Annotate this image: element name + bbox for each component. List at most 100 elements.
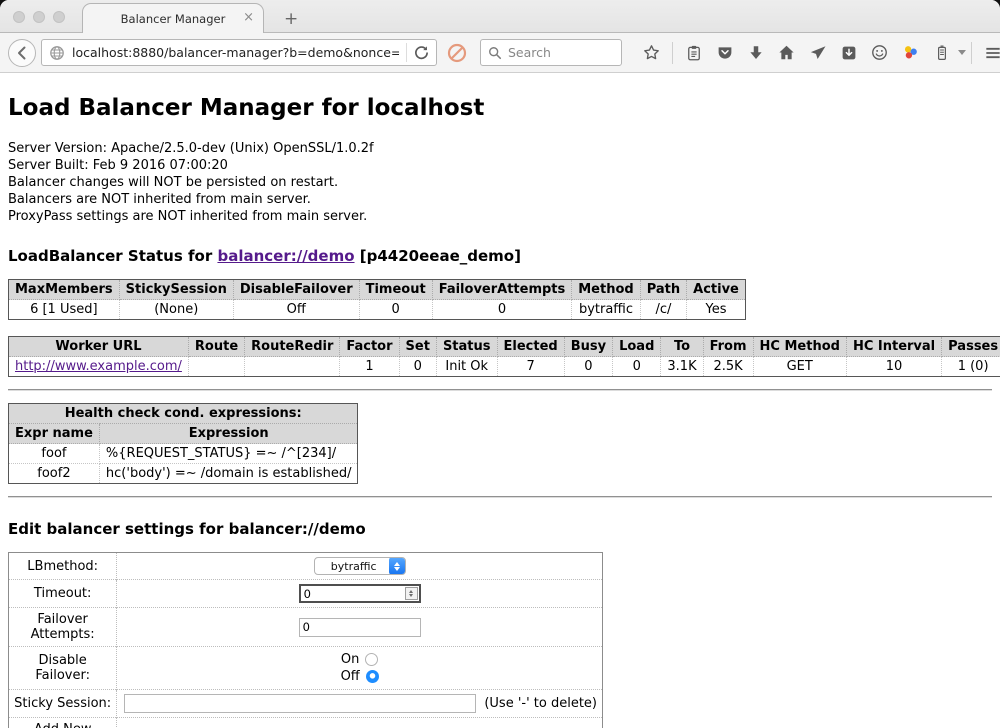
health-check-table: Health check cond. expressions: Expr nam…	[8, 403, 358, 484]
save-page-icon[interactable]	[839, 43, 859, 63]
cell-expression: hc('body') =~ /domain is established/	[99, 464, 358, 484]
tab-title: Balancer Manager	[121, 12, 226, 26]
lbmethod-selected-value: bytraffic	[315, 560, 389, 573]
health-table-title: Health check cond. expressions:	[9, 404, 358, 424]
column-header: Active	[687, 280, 746, 300]
url-bar[interactable]: localhost:8880/balancer-manager?b=demo&n…	[41, 39, 437, 66]
column-header: Worker URL	[9, 337, 189, 357]
cell-timeout: 0	[359, 300, 432, 320]
cell-hc-method: GET	[753, 357, 846, 377]
minimize-window-button[interactable]	[33, 11, 45, 23]
balancer-status-table: MaxMembers StickySession DisableFailover…	[8, 279, 746, 320]
reload-icon[interactable]	[414, 45, 429, 60]
disable-failover-off-radio[interactable]	[366, 670, 379, 683]
table-header-row: MaxMembers StickySession DisableFailover…	[9, 280, 746, 300]
form-row-lbmethod: LBmethod: bytraffic	[9, 553, 603, 580]
cell-disablefailover: Off	[233, 300, 359, 320]
cell-from: 2.5K	[703, 357, 753, 377]
container-battery-icon[interactable]	[932, 43, 952, 63]
search-input[interactable]	[508, 45, 603, 60]
cell-path: /c/	[640, 300, 686, 320]
table-header-row: Worker URL Route RouteRedir Factor Set S…	[9, 337, 1000, 357]
table-row: foof2 hc('body') =~ /domain is establish…	[9, 464, 358, 484]
proxypass-note-line: ProxyPass settings are NOT inherited fro…	[8, 208, 992, 225]
form-row-timeout: Timeout:	[9, 580, 603, 608]
url-text[interactable]: localhost:8880/balancer-manager?b=demo&n…	[72, 45, 399, 60]
search-icon	[488, 46, 502, 60]
downloads-icon[interactable]	[746, 43, 766, 63]
divider	[8, 496, 992, 498]
tab-balancer-manager[interactable]: Balancer Manager ×	[82, 3, 264, 33]
disable-failover-on-radio[interactable]	[365, 653, 378, 666]
failover-attempts-input[interactable]	[299, 618, 421, 637]
zoom-window-button[interactable]	[53, 11, 65, 23]
send-tab-icon[interactable]	[808, 43, 828, 63]
cell-load: 0	[613, 357, 661, 377]
timeout-input[interactable]	[301, 587, 405, 601]
cell-factor: 1	[340, 357, 399, 377]
lbmethod-label: LBmethod:	[9, 553, 117, 580]
sticky-session-input[interactable]	[124, 694, 476, 713]
column-header: Timeout	[359, 280, 432, 300]
cell-failoverattempts: 0	[432, 300, 572, 320]
menu-hamburger-icon[interactable]	[983, 43, 1000, 63]
column-header: Method	[572, 280, 640, 300]
lbmethod-select[interactable]: bytraffic	[314, 557, 406, 575]
cell-hc-interval: 10	[846, 357, 941, 377]
column-header: Expr name	[9, 424, 100, 444]
bookmark-star-icon[interactable]	[642, 43, 662, 63]
persist-note-line: Balancer changes will NOT be persisted o…	[8, 174, 992, 191]
edit-settings-heading: Edit balancer settings for balancer://de…	[8, 520, 992, 538]
page-title: Load Balancer Manager for localhost	[8, 95, 992, 121]
cell-active: Yes	[687, 300, 746, 320]
cell-expr-name: foof2	[9, 464, 100, 484]
edit-balancer-form: LBmethod: bytraffic Timeout:	[8, 552, 603, 728]
navigation-toolbar: localhost:8880/balancer-manager?b=demo&n…	[0, 33, 1000, 73]
cell-maxmembers: 6 [1 Used]	[9, 300, 120, 320]
radio-off-label: Off	[341, 668, 360, 685]
column-header: FailoverAttempts	[432, 280, 572, 300]
reading-list-icon[interactable]	[684, 43, 704, 63]
chevron-down-icon[interactable]	[958, 50, 966, 55]
search-bar[interactable]	[480, 39, 622, 66]
cell-stickysession: (None)	[119, 300, 233, 320]
toolbar-separator	[971, 42, 972, 64]
cell-to: 3.1K	[661, 357, 703, 377]
cell-passes: 1 (0)	[942, 357, 1000, 377]
server-info: Server Version: Apache/2.5.0-dev (Unix) …	[8, 140, 992, 225]
radio-on-label: On	[341, 651, 359, 668]
column-header: From	[703, 337, 753, 357]
balancer-demo-link[interactable]: balancer://demo	[217, 247, 354, 265]
server-built-line: Server Built: Feb 9 2016 07:00:20	[8, 157, 992, 174]
cell-set: 0	[399, 357, 436, 377]
hello-colored-dots-icon[interactable]	[901, 43, 921, 63]
content-blocked-icon[interactable]	[447, 43, 467, 63]
cell-expression: %{REQUEST_STATUS} =~ /^[234]/	[99, 444, 358, 464]
back-button[interactable]	[8, 39, 36, 67]
status-heading-prefix: LoadBalancer Status for	[8, 247, 217, 265]
cell-status: Init Ok	[436, 357, 497, 377]
timeout-label: Timeout:	[9, 580, 117, 608]
column-header: Status	[436, 337, 497, 357]
pocket-icon[interactable]	[715, 43, 735, 63]
column-header: RouteRedir	[245, 337, 340, 357]
number-spinner-icon[interactable]	[405, 587, 418, 600]
column-header: Load	[613, 337, 661, 357]
cell-worker-url: http://www.example.com/	[9, 357, 189, 377]
worker-url-link[interactable]: http://www.example.com/	[15, 359, 182, 374]
new-tab-button[interactable]: +	[276, 9, 306, 29]
select-stepper-icon	[389, 557, 405, 575]
globe-icon	[49, 45, 65, 61]
sticky-delete-note: (Use '-' to delete)	[484, 696, 597, 711]
balancer-status-heading: LoadBalancer Status for balancer://demo …	[8, 247, 992, 265]
table-row: 6 [1 Used] (None) Off 0 0 bytraffic /c/ …	[9, 300, 746, 320]
feedback-smiley-icon[interactable]	[870, 43, 890, 63]
server-version-line: Server Version: Apache/2.5.0-dev (Unix) …	[8, 140, 992, 157]
column-header: MaxMembers	[9, 280, 120, 300]
column-header: HC Method	[753, 337, 846, 357]
form-row-failover-attempts: Failover Attempts:	[9, 608, 603, 647]
column-header: StickySession	[119, 280, 233, 300]
close-window-button[interactable]	[13, 11, 25, 23]
tab-close-icon[interactable]: ×	[243, 11, 254, 25]
home-icon[interactable]	[777, 43, 797, 63]
